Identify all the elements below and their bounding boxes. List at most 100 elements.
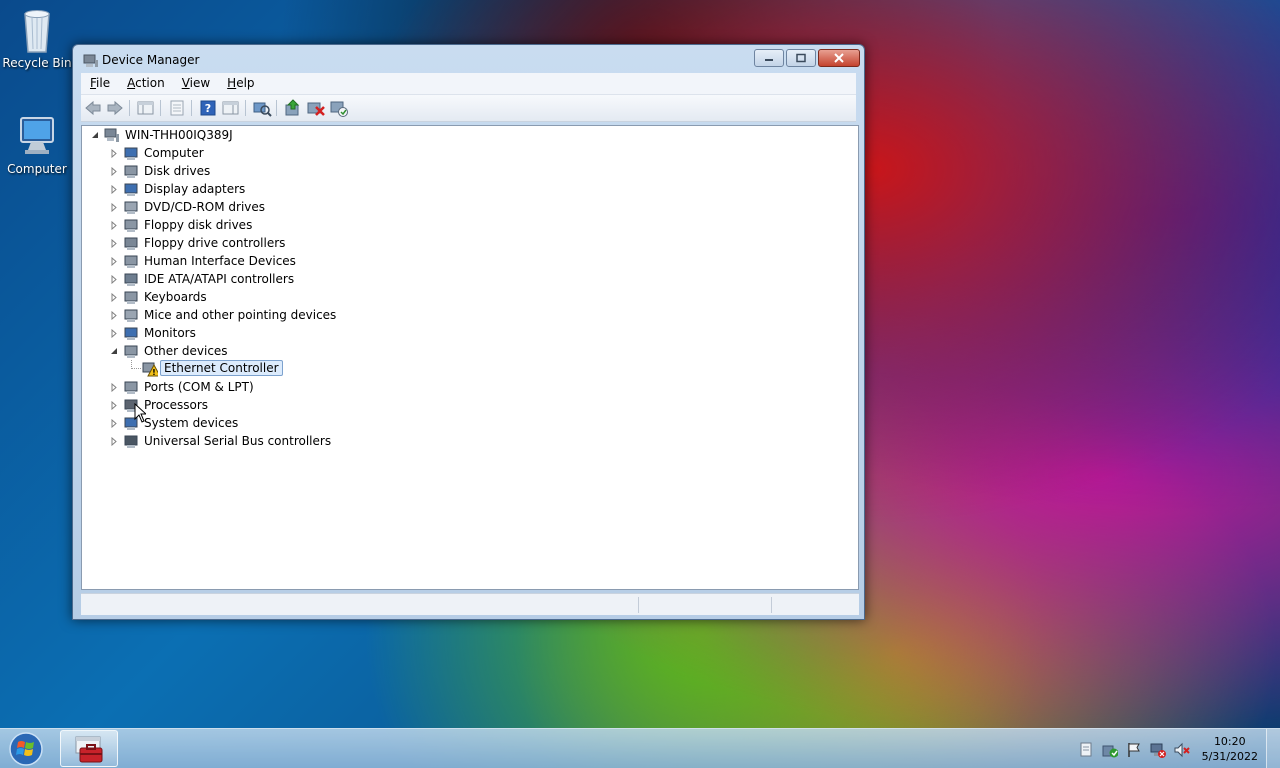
expand-arrow-icon[interactable] [110,275,119,284]
toolbox-icon [75,736,103,763]
tree-node-floppy-drive-controllers[interactable]: Floppy drive controllers [82,234,402,252]
menu-file[interactable]: File [81,73,118,94]
expand-arrow-icon[interactable] [110,401,119,410]
tree-node-monitors[interactable]: Monitors [82,324,402,342]
tree-node-label: Mice and other pointing devices [144,308,337,322]
help-button[interactable]: ? [198,99,218,117]
tree-node-computer[interactable]: Computer [82,144,402,162]
clock[interactable]: 10:20 5/31/2022 [1202,734,1258,764]
expand-arrow-icon[interactable] [110,149,119,158]
expand-arrow-icon[interactable] [110,437,119,446]
properties-icon [170,100,184,116]
flag-icon[interactable] [1126,742,1142,758]
maximize-icon [796,53,806,63]
close-button[interactable] [818,49,860,67]
tree-node-dvd-cd-rom-drives[interactable]: DVD/CD-ROM drives [82,198,402,216]
enable-device-icon [330,101,348,117]
minimize-button[interactable] [754,49,784,67]
tree-node-ide-ata-atapi-controllers[interactable]: IDE ATA/ATAPI controllers [82,270,402,288]
taskbar-device-manager[interactable] [60,730,118,767]
forward-button[interactable] [105,99,125,117]
mice-and-other-pointing-devices-icon [124,309,138,322]
tree-node-human-interface-devices[interactable]: Human Interface Devices [82,252,402,270]
taskbar: 10:20 5/31/2022 [0,728,1280,768]
collapse-arrow-icon[interactable] [91,131,100,140]
title-bar[interactable]: Device Manager [73,45,864,75]
tree-node-label: Display adapters [144,182,246,196]
expand-arrow-icon[interactable] [110,167,119,176]
menu-action[interactable]: Action [118,73,173,94]
action-center-icon[interactable] [1078,742,1094,758]
collapse-arrow-icon[interactable] [110,347,119,356]
tree-node-ports-com-lpt[interactable]: Ports (COM & LPT) [82,378,402,396]
action-pane-button[interactable] [221,99,241,117]
expand-arrow-icon[interactable] [110,329,119,338]
device-manager-window: Device Manager File Action View Help ? W… [72,44,865,620]
tree-root[interactable]: WIN-THH00IQ389J [82,126,382,144]
expand-arrow-icon[interactable] [110,419,119,428]
ports-com-lpt-icon [124,381,138,394]
disk-drives-icon [124,165,138,178]
display-adapters-icon [124,183,138,196]
svg-text:!: ! [152,368,156,377]
tree-node-keyboards[interactable]: Keyboards [82,288,402,306]
console-tree-button[interactable] [136,99,156,117]
enable-device-button[interactable] [329,99,349,117]
status-bar [81,593,859,615]
tree-node-label: System devices [144,416,239,430]
tree-node-label: Processors [144,398,209,412]
tree-node-display-adapters[interactable]: Display adapters [82,180,402,198]
tree-node-label: Computer [144,146,204,160]
expand-arrow-icon[interactable] [110,185,119,194]
volume-muted-icon[interactable] [1174,742,1190,758]
expand-arrow-icon[interactable] [110,257,119,266]
expand-arrow-icon[interactable] [110,203,119,212]
recycle-bin-icon [13,6,61,54]
properties-button[interactable] [167,99,187,117]
tree-node-label: Floppy disk drives [144,218,253,232]
menu-help[interactable]: Help [218,73,262,94]
tree-node-mice-and-other-pointing-devices[interactable]: Mice and other pointing devices [82,306,402,324]
desktop-icon-recycle-bin[interactable]: Recycle Bin [0,6,74,70]
show-desktop-button[interactable] [1266,729,1280,768]
device-tree[interactable]: WIN-THH00IQ389J Computer Disk drives Displ… [81,125,859,590]
tree-node-other-devices[interactable]: Other devices [82,342,402,360]
network-icon[interactable] [1150,742,1166,758]
uninstall-button[interactable] [306,99,326,117]
selected-node-label: Ethernet Controller [160,360,283,376]
tree-node-floppy-disk-drives[interactable]: Floppy disk drives [82,216,402,234]
tree-node-universal-serial-bus-controllers[interactable]: Universal Serial Bus controllers [82,432,402,450]
expand-arrow-icon[interactable] [110,221,119,230]
maximize-button[interactable] [786,49,816,67]
tree-node-label: Monitors [144,326,196,340]
expand-arrow-icon[interactable] [110,311,119,320]
help-icon: ? [200,100,216,116]
desktop-icon-computer[interactable]: Computer [0,112,74,176]
start-button[interactable] [6,731,46,767]
update-driver-button[interactable] [283,99,303,117]
window-title: Device Manager [102,53,200,67]
computer-icon [13,112,61,160]
tree-node-system-devices[interactable]: System devices [82,414,402,432]
mouse-cursor-icon [134,403,146,423]
minimize-icon [765,59,773,61]
expand-arrow-icon[interactable] [110,239,119,248]
tree-node-label: DVD/CD-ROM drives [144,200,266,214]
back-button[interactable] [83,99,103,117]
tree-node-ethernet-controller[interactable]: ! Ethernet Controller [82,360,402,378]
menu-bar: File Action View Help [81,73,856,95]
tree-node-label: Other devices [144,344,228,358]
tree-node-label: Universal Serial Bus controllers [144,434,332,448]
expand-arrow-icon[interactable] [110,383,119,392]
tree-node-processors[interactable]: Processors [82,396,402,414]
computer-node-icon [104,128,119,142]
menu-view[interactable]: View [173,73,218,94]
security-icon[interactable] [1102,742,1118,758]
tree-node-label: Disk drives [144,164,211,178]
desktop-icon-label: Recycle Bin [2,56,72,70]
tree-node-disk-drives[interactable]: Disk drives [82,162,402,180]
scan-hardware-button[interactable] [252,99,272,117]
ide-ata-atapi-controllers-icon [124,273,138,286]
expand-arrow-icon[interactable] [110,293,119,302]
show-hide-console-tree-icon [137,101,154,115]
